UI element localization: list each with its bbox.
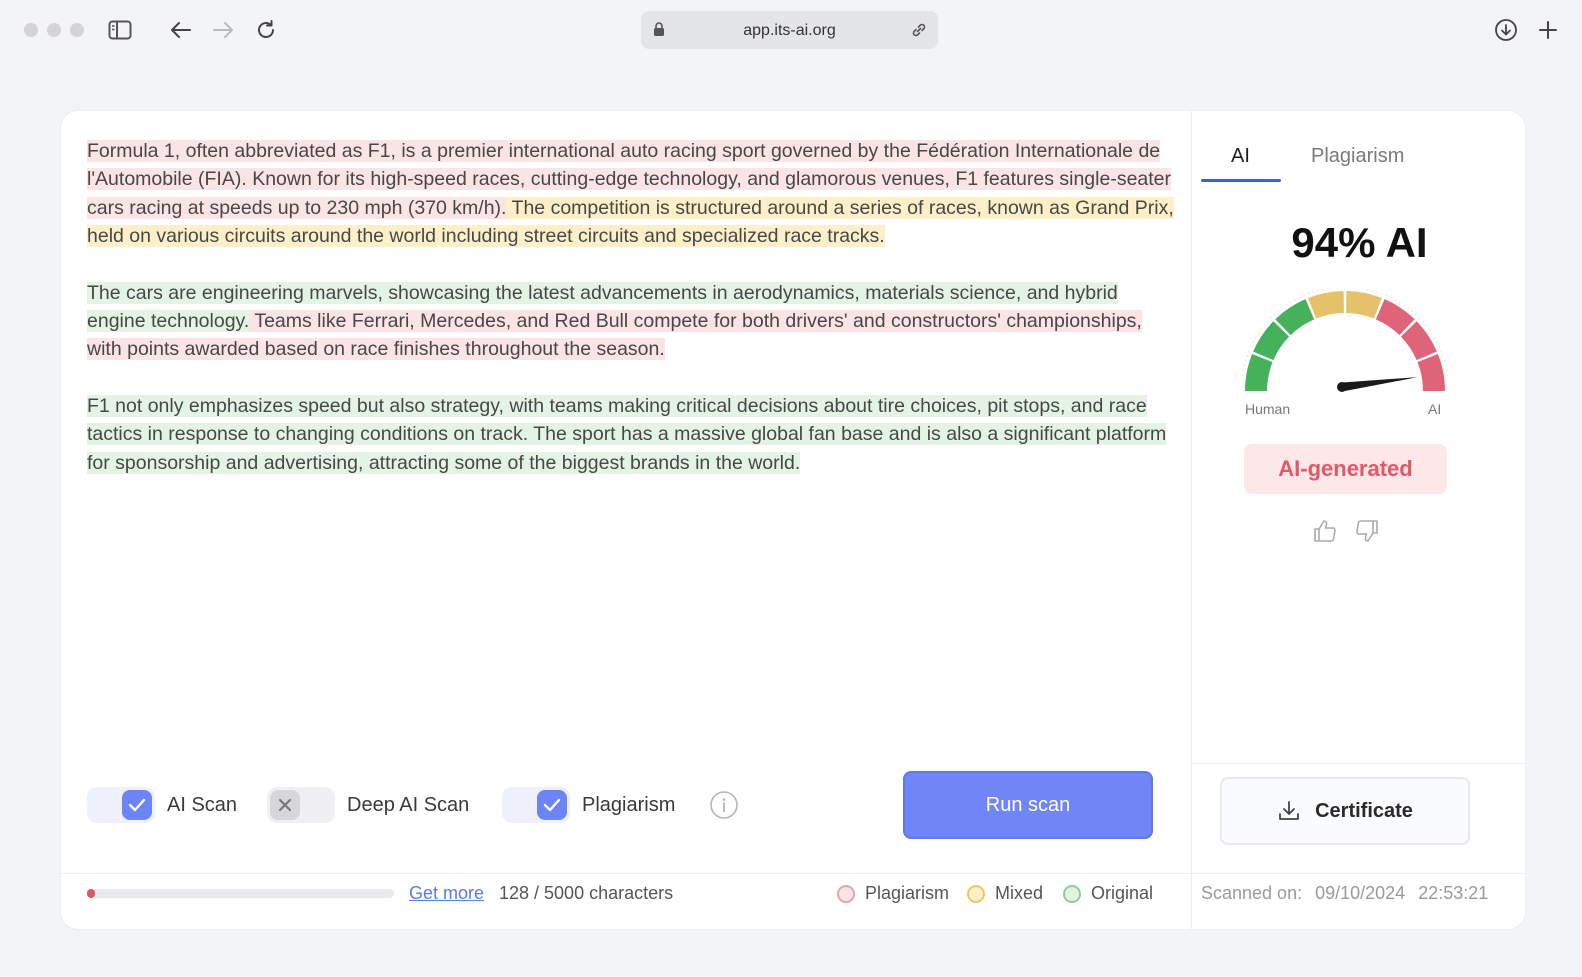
scanned-text[interactable]: Formula 1, often abbreviated as F1, is a… <box>87 137 1177 505</box>
plagiarism-toggle[interactable]: Plagiarism <box>502 787 675 823</box>
get-more-link[interactable]: Get more <box>409 883 484 904</box>
tab-plagiarism[interactable]: Plagiarism <box>1311 145 1404 168</box>
thumbs-up-icon[interactable] <box>1311 517 1339 545</box>
tab-ai[interactable]: AI <box>1231 145 1250 168</box>
gauge-needle <box>1341 377 1418 392</box>
address-bar[interactable]: app.its-ai.org <box>641 11 938 49</box>
link-icon[interactable] <box>910 21 928 39</box>
gauge-segment <box>1308 291 1344 319</box>
scanned-time: 22:53:21 <box>1418 883 1489 903</box>
legend-plagiarism-label: Plagiarism <box>865 883 950 903</box>
download-icon[interactable] <box>1492 16 1520 44</box>
back-arrow-icon[interactable] <box>167 16 195 44</box>
verdict-badge: AI-generated <box>1244 444 1447 494</box>
scanned-date: 09/10/2024 <box>1315 883 1406 903</box>
ai-scan-label: AI Scan <box>167 793 238 816</box>
legend-mixed: Mixed <box>967 883 1043 904</box>
check-icon <box>122 790 152 820</box>
run-scan-button[interactable]: Run scan <box>903 771 1153 839</box>
legend-mixed-label: Mixed <box>995 883 1044 903</box>
legend-plagiarism: Plagiarism <box>837 883 949 904</box>
url-text: app.its-ai.org <box>743 22 836 39</box>
window-zoom-dot[interactable] <box>70 23 84 37</box>
ai-score: 94% AI <box>1291 219 1428 266</box>
gauge-segment <box>1417 354 1445 391</box>
info-icon[interactable] <box>709 790 739 820</box>
text-paragraph: The cars are engineering marvels, showca… <box>87 279 1177 364</box>
legend-original-dot <box>1063 884 1081 903</box>
legend-original-label: Original <box>1091 883 1154 903</box>
new-tab-plus-icon[interactable] <box>1534 16 1562 44</box>
scanner-card: Formula 1, often abbreviated as F1, is a… <box>60 110 1526 930</box>
reload-icon[interactable] <box>252 16 280 44</box>
download-icon <box>1279 801 1299 820</box>
gauge-max-label: AI <box>1428 401 1442 417</box>
plagiarism-toggle-label: Plagiarism <box>582 793 676 816</box>
scanned-on: Scanned on: 09/10/2024 22:53:21 <box>1201 883 1496 904</box>
character-usage-fill <box>87 889 95 898</box>
gauge-segment <box>1245 354 1273 391</box>
legend-original: Original <box>1063 883 1153 904</box>
forward-arrow-icon[interactable] <box>209 16 237 44</box>
gauge-min-label: Human <box>1245 401 1291 417</box>
character-count: 128 / 5000 characters <box>499 883 674 903</box>
gauge-segment <box>1346 291 1382 319</box>
window-close-dot[interactable] <box>24 23 38 37</box>
ai-gauge <box>1242 289 1448 392</box>
legend-plagiarism-dot <box>837 884 855 903</box>
legend-mixed-dot <box>967 884 985 903</box>
deep-ai-scan-toggle[interactable]: Deep AI Scan <box>267 787 469 823</box>
browser-chrome: app.its-ai.org <box>0 0 1582 60</box>
active-tab-indicator <box>1201 179 1281 182</box>
panel-section-divider <box>1192 763 1525 764</box>
text-paragraph: Formula 1, often abbreviated as F1, is a… <box>87 137 1177 251</box>
gauge-needle-hub <box>1337 382 1347 392</box>
scanned-label: Scanned on: <box>1201 883 1303 903</box>
thumbs-down-icon[interactable] <box>1353 517 1381 545</box>
text-paragraph: F1 not only emphasizes speed but also st… <box>87 392 1177 477</box>
text-editor[interactable]: Formula 1, often abbreviated as F1, is a… <box>61 111 1191 873</box>
certificate-label: Certificate <box>1315 799 1413 822</box>
sidebar-toggle-icon[interactable] <box>106 16 134 44</box>
footer-divider <box>61 873 1525 874</box>
ai-scan-toggle[interactable]: AI Scan <box>87 787 237 823</box>
certificate-button[interactable]: Certificate <box>1220 777 1470 845</box>
window-minimize-dot[interactable] <box>47 23 61 37</box>
cross-icon <box>270 790 300 820</box>
highlight-original: F1 not only emphasizes speed but also st… <box>87 394 1167 474</box>
deep-ai-scan-label: Deep AI Scan <box>347 793 470 816</box>
check-icon <box>537 790 567 820</box>
character-usage-bar <box>87 889 394 898</box>
